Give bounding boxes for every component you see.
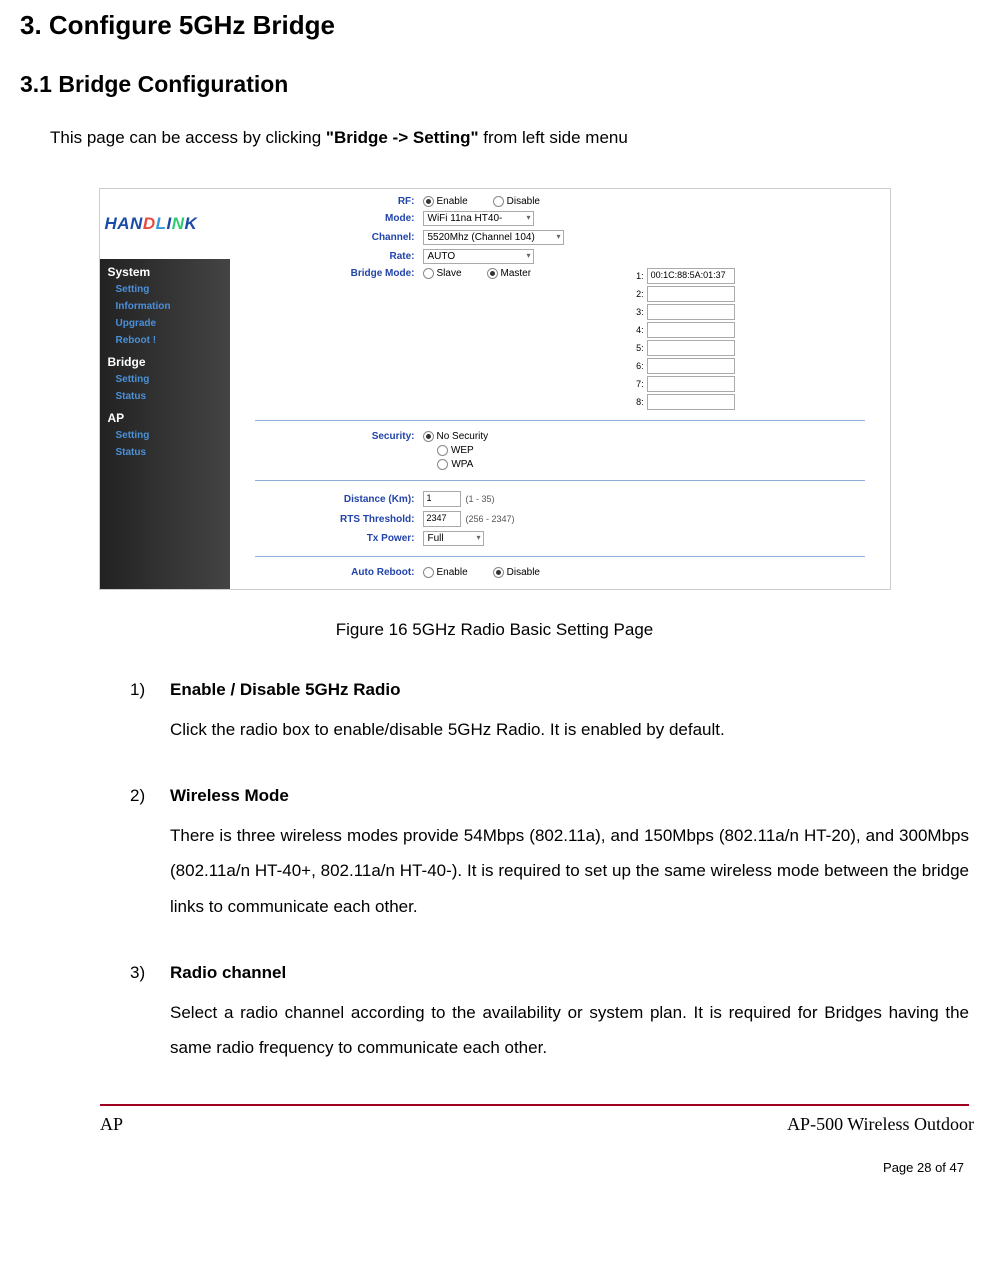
nav-system-header: System (100, 259, 230, 281)
bridge-slave-radio[interactable]: Slave (423, 268, 462, 279)
intro-prefix: This page can be access by clicking (50, 128, 326, 147)
mode-select[interactable]: WiFi 11na HT40- (423, 211, 534, 226)
mac-input-3[interactable] (647, 304, 735, 320)
intro-paragraph: This page can be access by clicking "Bri… (50, 128, 969, 148)
rf-enable-radio[interactable]: Enable (423, 196, 468, 207)
list-item-2: 2) Wireless Mode There is three wireless… (130, 786, 969, 925)
rf-disable-radio[interactable]: Disable (493, 196, 540, 207)
distance-input[interactable]: 1 (423, 491, 461, 507)
list-title-1: Enable / Disable 5GHz Radio (170, 680, 401, 700)
mac-input-6[interactable] (647, 358, 735, 374)
list-num-1: 1) (130, 680, 150, 700)
nav-ap-status[interactable]: Status (100, 444, 230, 461)
nav-system-reboot[interactable]: Reboot ! (100, 332, 230, 349)
mac-input-2[interactable] (647, 286, 735, 302)
list-body-3: Select a radio channel according to the … (170, 995, 969, 1066)
security-wep-radio[interactable]: WEP (437, 445, 474, 456)
rf-label: RF: (255, 196, 423, 207)
security-none-radio[interactable]: No Security (423, 431, 489, 442)
list-title-2: Wireless Mode (170, 786, 289, 806)
rate-label: Rate: (255, 251, 423, 262)
list-item-3: 3) Radio channel Select a radio channel … (130, 963, 969, 1066)
channel-label: Channel: (255, 232, 423, 243)
intro-bold: "Bridge -> Setting" (326, 128, 479, 147)
mac-input-1[interactable]: 00:1C:88:5A:01:37 (647, 268, 735, 284)
footer: AP AP-500 Wireless Outdoor (0, 1106, 989, 1135)
channel-select[interactable]: 5520Mhz (Channel 104) (423, 230, 564, 245)
bridge-master-radio[interactable]: Master (487, 268, 532, 279)
rts-hint: (256 - 2347) (466, 514, 515, 524)
divider-3 (255, 556, 865, 557)
sidebar: HANDLINK System Setting Information Upgr… (100, 189, 230, 589)
autoreboot-disable-radio[interactable]: Disable (493, 567, 540, 578)
mac-input-8[interactable] (647, 394, 735, 410)
heading-2: 3.1 Bridge Configuration (20, 71, 969, 98)
list-num-3: 3) (130, 963, 150, 983)
mac-input-7[interactable] (647, 376, 735, 392)
list-body-1: Click the radio box to enable/disable 5G… (170, 712, 969, 748)
rts-input[interactable]: 2347 (423, 511, 461, 527)
mac-input-5[interactable] (647, 340, 735, 356)
nav-system-information[interactable]: Information (100, 298, 230, 315)
nav-system-upgrade[interactable]: Upgrade (100, 315, 230, 332)
divider-2 (255, 480, 865, 481)
rate-select[interactable]: AUTO (423, 249, 534, 264)
list-num-2: 2) (130, 786, 150, 806)
autoreboot-enable-radio[interactable]: Enable (423, 567, 468, 578)
nav-ap-header: AP (100, 405, 230, 427)
nav-bridge-header: Bridge (100, 349, 230, 371)
distance-label: Distance (Km): (255, 494, 423, 505)
divider-1 (255, 420, 865, 421)
rts-label: RTS Threshold: (255, 514, 423, 525)
logo: HANDLINK (100, 189, 230, 259)
txpower-select[interactable]: Full (423, 531, 484, 546)
txpower-label: Tx Power: (255, 533, 423, 544)
mode-label: Mode: (255, 213, 423, 224)
footer-left: AP (100, 1114, 123, 1135)
nav-bridge-setting[interactable]: Setting (100, 371, 230, 388)
config-screenshot: HANDLINK System Setting Information Upgr… (99, 188, 891, 590)
nav-ap-setting[interactable]: Setting (100, 427, 230, 444)
list-item-1: 1) Enable / Disable 5GHz Radio Click the… (130, 680, 969, 748)
page-number: Page 28 of 47 (0, 1135, 989, 1190)
list-body-2: There is three wireless modes provide 54… (170, 818, 969, 925)
nav-bridge-status[interactable]: Status (100, 388, 230, 405)
list-title-3: Radio channel (170, 963, 286, 983)
mac-list: 1:00:1C:88:5A:01:37 2: 3: 4: 5: 6: 7: 8: (636, 268, 735, 410)
security-wpa-radio[interactable]: WPA (437, 459, 473, 470)
mac-input-4[interactable] (647, 322, 735, 338)
nav-system-setting[interactable]: Setting (100, 281, 230, 298)
intro-suffix: from left side menu (479, 128, 628, 147)
autoreboot-label: Auto Reboot: (255, 567, 423, 578)
figure-caption: Figure 16 5GHz Radio Basic Setting Page (20, 620, 969, 640)
security-label: Security: (255, 431, 423, 442)
heading-1: 3. Configure 5GHz Bridge (20, 10, 969, 41)
config-panel: RF: Enable Disable Mode: WiFi 11na HT40-… (230, 189, 890, 589)
distance-hint: (1 - 35) (466, 494, 495, 504)
footer-right: AP-500 Wireless Outdoor (787, 1114, 974, 1135)
bridge-mode-label: Bridge Mode: (255, 268, 423, 279)
